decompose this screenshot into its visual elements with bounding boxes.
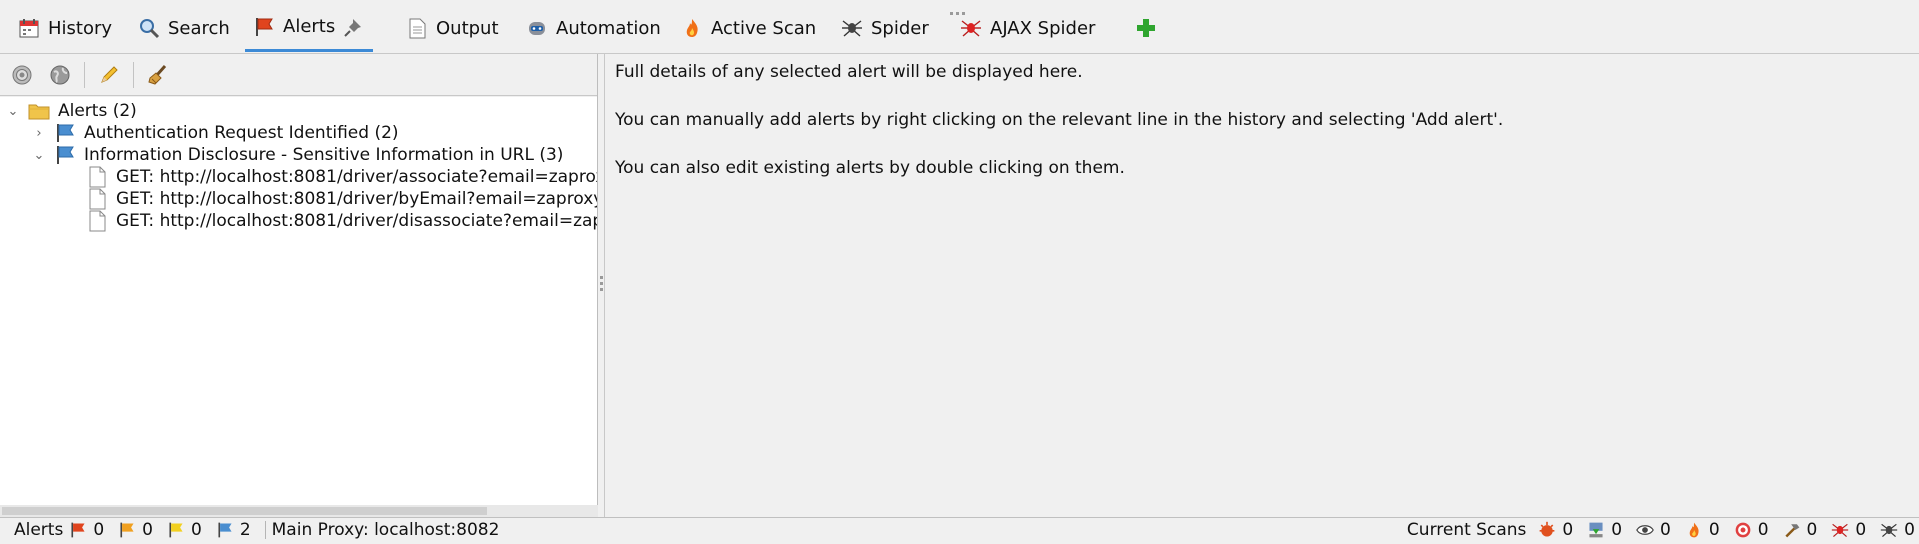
- pin-icon[interactable]: [343, 16, 365, 38]
- calendar-icon: [18, 17, 40, 39]
- red-flag-icon: [253, 16, 275, 38]
- download-icon: [1587, 521, 1605, 539]
- current-scans-label: Current Scans: [1406, 519, 1527, 540]
- spider-icon: [1831, 521, 1849, 539]
- tree-node-label: Alerts (2): [58, 101, 137, 121]
- page-icon: [86, 210, 108, 232]
- yellow-flag-icon: [167, 521, 185, 539]
- tab-label: Alerts: [283, 16, 336, 37]
- info-alert-count: 2: [239, 519, 251, 540]
- page-icon: [86, 188, 108, 210]
- red-spider-icon: [960, 17, 982, 39]
- globe-icon: [49, 64, 71, 86]
- document-icon: [406, 17, 428, 39]
- passive-scan-count: 0: [1660, 519, 1671, 540]
- fuzzer-count: 0: [1757, 519, 1769, 540]
- tab-label: Active Scan: [711, 17, 817, 39]
- eye-icon: [1636, 521, 1654, 539]
- tab-output[interactable]: Output: [398, 4, 507, 52]
- broom-icon: [147, 64, 169, 86]
- edit-alert-button[interactable]: [95, 61, 123, 89]
- proxy-info: Main Proxy: localhost:8082: [266, 520, 506, 540]
- tab-history[interactable]: History: [10, 4, 120, 52]
- toolbar-separator: [133, 61, 134, 88]
- active-scan-flame-count: 0: [1708, 519, 1720, 540]
- tree-node-label: Information Disclosure - Sensitive Infor…: [84, 145, 564, 165]
- folder-icon: [28, 100, 50, 122]
- horizontal-scrollbar[interactable]: [0, 505, 598, 517]
- blue-flag-icon: [54, 144, 76, 166]
- hammer-count: 0: [1806, 519, 1818, 540]
- medium-alert-count: 0: [142, 519, 153, 540]
- add-tab-button[interactable]: [1127, 4, 1165, 52]
- current-scans: Current Scans 0 0 0 0 0 0 0 0: [1401, 520, 1919, 540]
- high-alert-count: 0: [93, 519, 105, 540]
- active-scan-icon: [1538, 521, 1556, 539]
- target-icon: [11, 64, 33, 86]
- tab-active-scan[interactable]: Active Scan: [673, 4, 824, 52]
- tab-label: AJAX Spider: [990, 17, 1096, 39]
- flame-icon: [1685, 521, 1703, 539]
- plus-icon: [1135, 17, 1157, 39]
- chevron-down-icon[interactable]: ⌄: [32, 148, 46, 163]
- alerts-summary: Alerts 0 0 0 2: [0, 520, 265, 540]
- download-count: 0: [1611, 519, 1623, 540]
- splitter[interactable]: [598, 54, 605, 517]
- ajax-spider-icon: [1880, 521, 1898, 539]
- tree-node-label: GET: http://localhost:8081/driver/byEmai…: [116, 189, 597, 209]
- target-icon: [1734, 521, 1752, 539]
- status-bar: Alerts 0 0 0 2 Main Proxy: localhost:808…: [0, 517, 1919, 541]
- link-with-sites-button[interactable]: [46, 61, 74, 89]
- alert-details-panel: Full details of any selected alert will …: [605, 54, 1919, 517]
- main-proxy-label: Main Proxy: localhost:8082: [271, 519, 500, 540]
- tab-label: Automation: [556, 17, 661, 39]
- details-text: You can manually add alerts by right cli…: [615, 110, 1504, 130]
- alerts-label: Alerts: [14, 519, 64, 540]
- tab-label: Spider: [871, 17, 929, 39]
- page-icon: [86, 166, 108, 188]
- spider-count: 0: [1855, 519, 1867, 540]
- tab-spider[interactable]: Spider: [833, 4, 937, 52]
- tree-node-label: GET: http://localhost:8081/driver/disass…: [116, 211, 597, 231]
- robot-icon: [526, 17, 548, 39]
- alerts-tree[interactable]: ⌄ Alerts (2) › Authentication Request Id…: [0, 97, 597, 505]
- spider-icon: [841, 17, 863, 39]
- tab-bar: History Search Alerts Output Automation …: [0, 4, 1919, 54]
- pencil-icon: [98, 64, 120, 86]
- ajax-spider-count: 0: [1904, 519, 1915, 540]
- toolbar-separator: [84, 61, 85, 88]
- tab-alerts[interactable]: Alerts: [245, 4, 374, 52]
- alerts-panel: ⌄ Alerts (2) › Authentication Request Id…: [0, 54, 598, 517]
- blue-flag-icon: [54, 122, 76, 144]
- hammer-icon: [1783, 521, 1801, 539]
- tab-label: Search: [168, 17, 230, 39]
- blue-flag-icon: [216, 521, 234, 539]
- active-scan-count: 0: [1562, 519, 1574, 540]
- tab-label: Output: [436, 17, 499, 39]
- tree-node-label: Authentication Request Identified (2): [84, 123, 399, 143]
- flame-icon: [681, 17, 703, 39]
- tab-ajax-spider[interactable]: AJAX Spider: [952, 4, 1103, 52]
- delete-all-alerts-button[interactable]: [144, 61, 172, 89]
- tree-node-request[interactable]: GET: http://localhost:8081/driver/disass…: [86, 208, 597, 234]
- tab-search[interactable]: Search: [130, 4, 238, 52]
- magnifier-icon: [138, 17, 160, 39]
- tab-label: History: [48, 17, 113, 39]
- red-flag-icon: [69, 521, 87, 539]
- details-text: You can also edit existing alerts by dou…: [615, 158, 1125, 178]
- details-text: Full details of any selected alert will …: [615, 62, 1083, 82]
- scope-filter-button[interactable]: [8, 61, 36, 89]
- scrollbar-thumb[interactable]: [2, 507, 487, 515]
- chevron-down-icon[interactable]: ⌄: [6, 104, 20, 119]
- alerts-toolbar: [0, 54, 597, 96]
- tree-node-label: GET: http://localhost:8081/driver/associ…: [116, 167, 597, 187]
- low-alert-count: 0: [190, 519, 202, 540]
- tab-automation[interactable]: Automation: [518, 4, 669, 52]
- chevron-right-icon[interactable]: ›: [32, 126, 46, 141]
- orange-flag-icon: [118, 521, 136, 539]
